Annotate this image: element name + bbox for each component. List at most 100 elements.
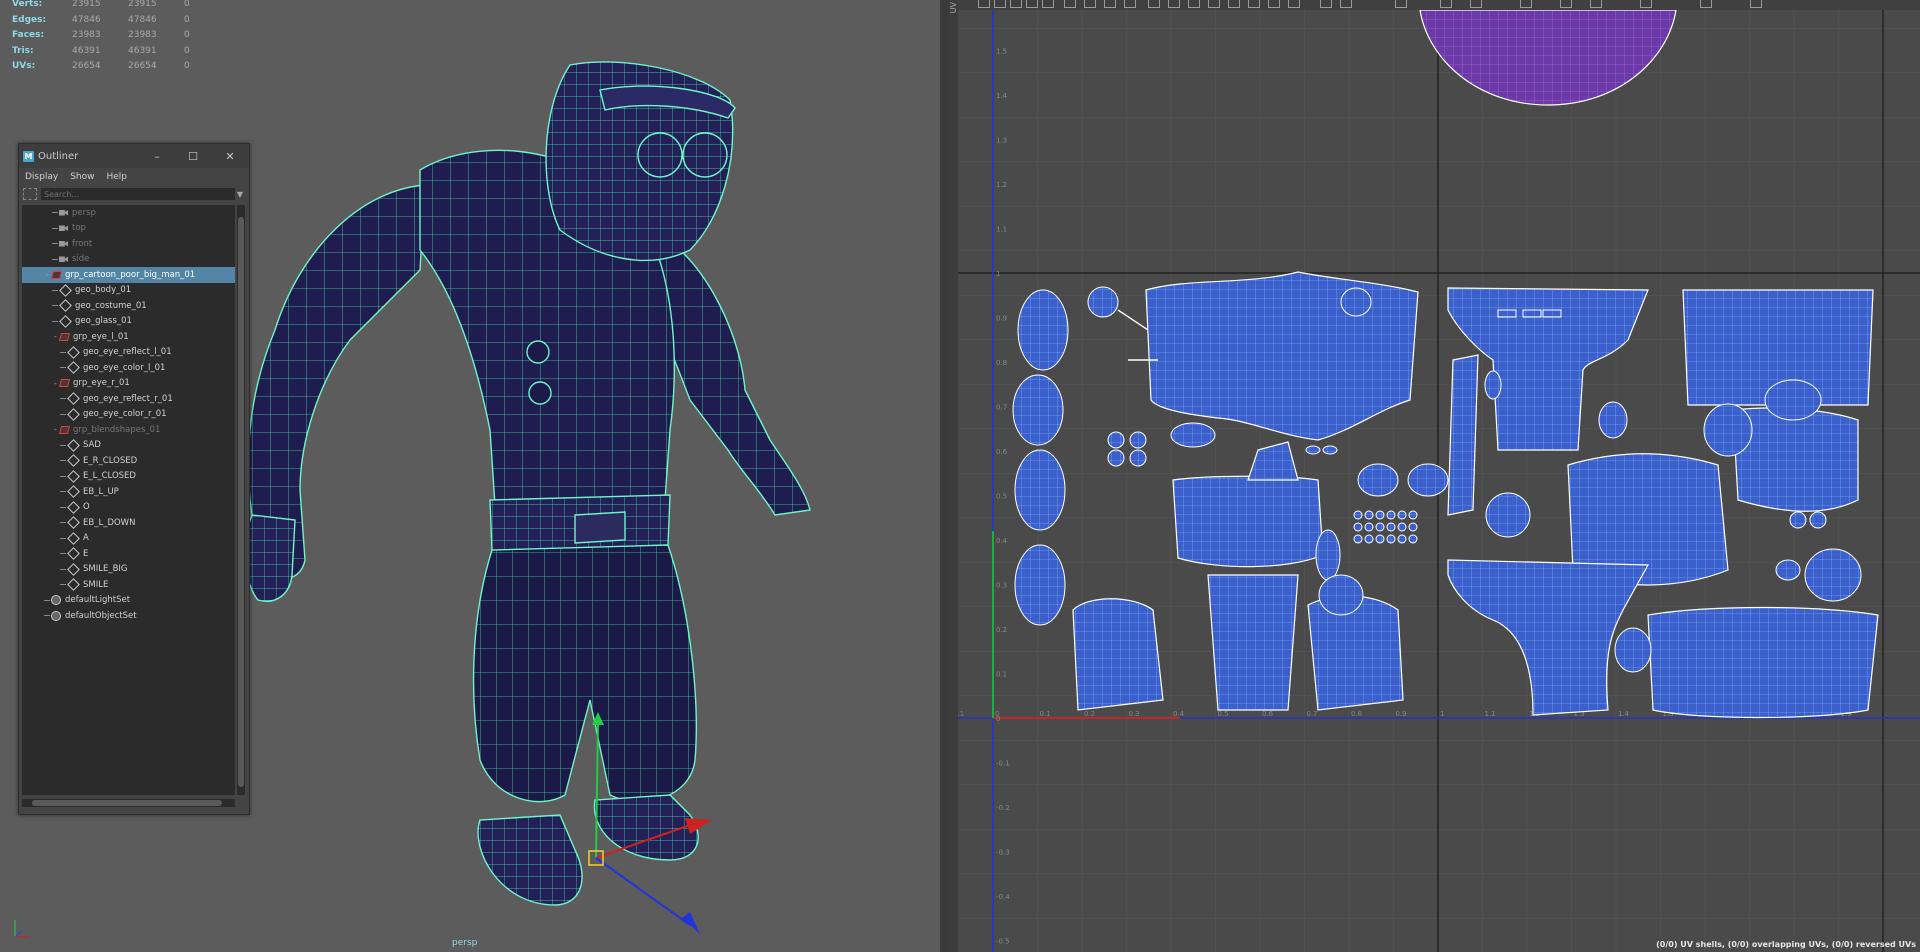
toolbar-tool-icon[interactable] [1084,0,1096,8]
toolbar-tool-icon[interactable] [1288,0,1300,8]
outliner-item[interactable]: side [22,252,235,268]
outliner-item[interactable]: O [22,500,235,516]
toolbar-tool-icon[interactable] [1064,0,1076,8]
outliner-item[interactable]: SAD [22,438,235,454]
toolbar-tool-icon[interactable] [1395,0,1407,8]
outliner-item[interactable]: E_R_CLOSED [22,453,235,469]
uv-shell [1307,595,1404,711]
toolbar-tool-icon[interactable] [1208,0,1220,8]
outliner-item[interactable]: geo_eye_color_r_01 [22,407,235,423]
toolbar-tool-icon[interactable] [1010,0,1022,8]
outliner-item[interactable]: EB_L_DOWN [22,515,235,531]
outliner-window[interactable]: M Outliner – ☐ ✕ Display Show Help ▼ per… [18,143,250,815]
toolbar-tool-icon[interactable] [1168,0,1180,8]
outliner-item[interactable]: E_L_CLOSED [22,469,235,485]
collapse-toggle-icon[interactable]: - [44,270,51,279]
horizontal-scrollbar[interactable] [22,799,235,807]
toolbar-tool-icon[interactable] [1560,0,1572,8]
toolbar-tool-icon[interactable] [1124,0,1136,8]
uv-tab-label: UV [949,2,958,14]
outliner-item-label: geo_glass_01 [75,316,132,327]
outliner-item[interactable]: geo_costume_01 [22,298,235,314]
outliner-item[interactable]: geo_eye_reflect_r_01 [22,391,235,407]
collapse-toggle-icon[interactable]: - [52,332,59,341]
outliner-item[interactable]: defaultLightSet [22,593,235,609]
toolbar-tool-icon[interactable] [1520,0,1532,8]
search-input[interactable] [41,188,235,200]
outliner-item[interactable]: top [22,221,235,237]
toolbar-tool-icon[interactable] [1188,0,1200,8]
toolbar-tool-icon[interactable] [1340,0,1352,8]
outliner-item-label: E_R_CLOSED [83,455,138,466]
outliner-item[interactable]: defaultObjectSet [22,608,235,624]
outliner-item[interactable]: SMILE [22,577,235,593]
outliner-item-label: geo_eye_color_r_01 [83,409,167,420]
outliner-item[interactable]: persp [22,205,235,221]
outliner-item[interactable]: - grp_blendshapes_01 [22,422,235,438]
camera-icon [59,225,68,232]
tree-branch-line [60,537,66,539]
uv-canvas[interactable]: 1.5 1.4 1.3 1.2 1.1 1 0.9 0.8 0.7 0.6 0.5 0.4 0.3 0.2… [958,10,1920,952]
uv-shell [1087,286,1119,318]
mesh-icon [67,345,80,359]
toolbar-tool-icon[interactable] [978,0,990,8]
outliner-item-label: geo_eye_reflect_l_01 [83,347,172,358]
outliner-item[interactable]: - grp_eye_r_01 [22,376,235,392]
outliner-item[interactable]: EB_L_UP [22,484,235,500]
u-tick-label: 0.7 [1307,710,1318,718]
outliner-tree[interactable]: persp top front side - grp_cartoon_poor_big_m… [22,205,235,795]
outliner-item-label: top [72,223,86,234]
perspective-viewport[interactable]: Verts: 23915 23915 0 Edges: 47846 47846 0 Faces:… [0,0,940,952]
selection-filter-icon[interactable] [23,188,37,200]
toolbar-tool-icon[interactable] [1640,0,1652,8]
outliner-item[interactable]: geo_eye_reflect_l_01 [22,345,235,361]
toolbar-tool-icon[interactable] [1248,0,1260,8]
uv-shell [1207,574,1299,711]
uv-editor-panel[interactable]: UV 1.5 1.4 1.3 1.2 1.1 1 0.9 0.8 0.7 0.6 0.5 0.4 0.3… [948,0,1920,952]
outliner-item[interactable]: A [22,531,235,547]
tree-branch-line [60,475,66,477]
outliner-item[interactable]: geo_glass_01 [22,314,235,330]
outliner-item-label: persp [72,207,96,218]
vertical-scrollbar[interactable] [237,205,245,795]
outliner-item[interactable]: geo_body_01 [22,283,235,299]
outliner-item-label: EB_L_DOWN [83,517,136,528]
outliner-titlebar[interactable]: M Outliner – ☐ ✕ [19,144,249,168]
panel-splitter[interactable] [940,0,948,952]
toolbar-tool-icon[interactable] [1104,0,1116,8]
toolbar-tool-icon[interactable] [1148,0,1160,8]
menu-show[interactable]: Show [70,172,94,182]
collapse-toggle-icon[interactable]: - [52,425,59,434]
toolbar-tool-icon[interactable] [994,0,1006,8]
outliner-item[interactable]: front [22,236,235,252]
toolbar-tool-icon[interactable] [1268,0,1280,8]
uv-panel-tab[interactable]: UV [948,0,958,952]
toolbar-tool-icon[interactable] [1590,0,1602,8]
outliner-item[interactable]: E [22,546,235,562]
outliner-item[interactable]: - grp_cartoon_poor_big_man_01 [22,267,235,283]
menu-help[interactable]: Help [106,172,127,182]
chevron-down-icon[interactable]: ▼ [235,190,245,199]
toolbar-tool-icon[interactable] [1700,0,1712,8]
uv-shell [1145,271,1419,441]
toolbar-tool-icon[interactable] [1470,0,1482,8]
minimize-icon[interactable]: – [149,148,165,164]
toolbar-tool-icon[interactable] [1750,0,1762,8]
v-tick-label: 0.2 [996,626,1007,634]
toolbar-tool-icon[interactable] [1320,0,1332,8]
toolbar-tool-icon[interactable] [1440,0,1452,8]
outliner-item-label: defaultLightSet [65,595,131,606]
toolbar-tool-icon[interactable] [1042,0,1054,8]
uv-shell [1397,510,1407,520]
menu-display[interactable]: Display [25,172,58,182]
toolbar-tool-icon[interactable] [1228,0,1240,8]
toolbar-tool-icon[interactable] [1026,0,1038,8]
uv-shell [1364,534,1374,544]
outliner-item[interactable]: SMILE_BIG [22,562,235,578]
outliner-item[interactable]: - grp_eye_l_01 [22,329,235,345]
outliner-item[interactable]: geo_eye_color_l_01 [22,360,235,376]
u-tick-label: 0 [995,710,999,718]
close-icon[interactable]: ✕ [222,148,238,164]
v-tick-label: 0.8 [996,359,1007,367]
maximize-icon[interactable]: ☐ [185,148,201,164]
